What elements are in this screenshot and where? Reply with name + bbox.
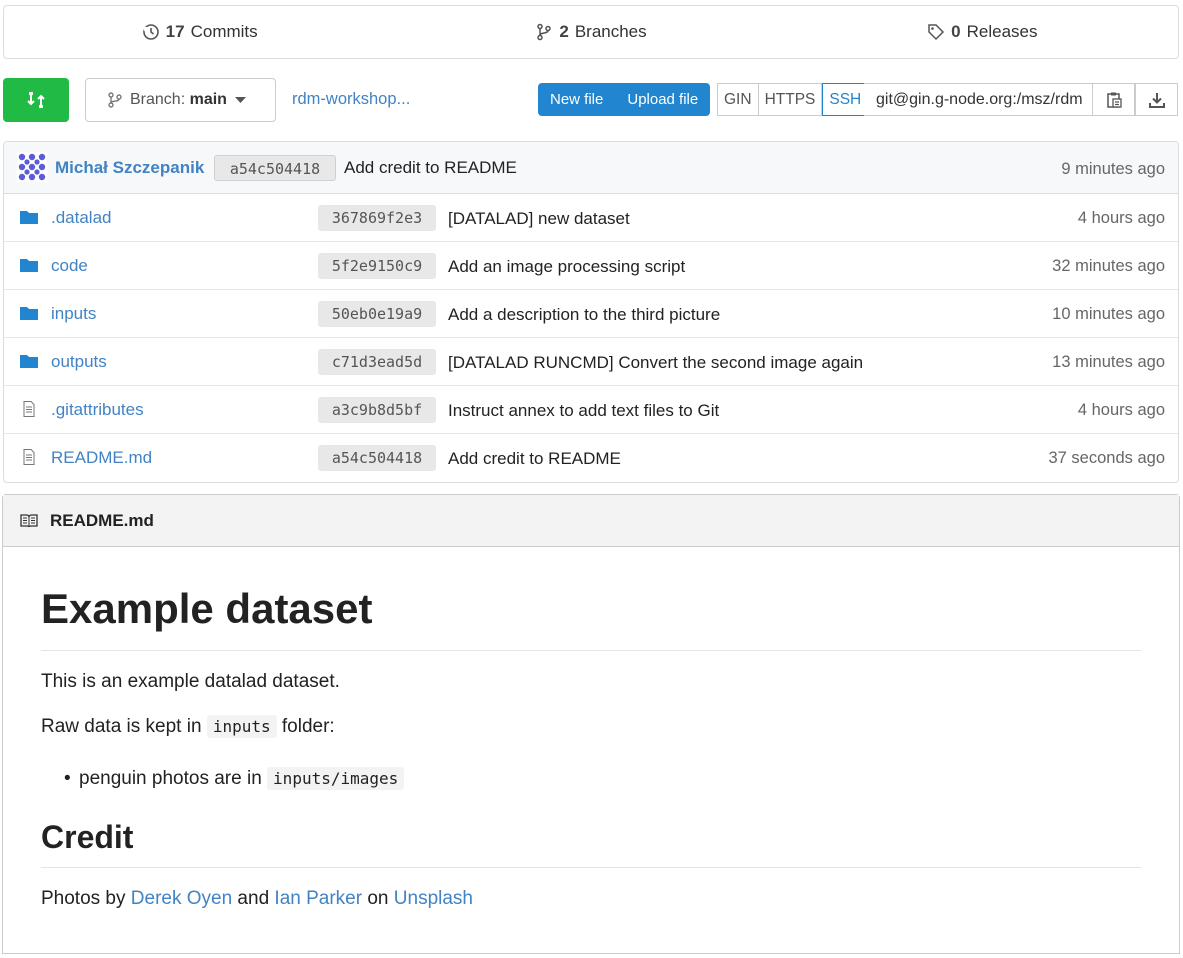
file-commit-sha[interactable]: a3c9b8d5bf xyxy=(318,397,436,423)
commits-count: 17 xyxy=(165,22,185,41)
file-commit-age: 37 seconds ago xyxy=(1048,449,1165,467)
protocol-ssh[interactable]: SSH xyxy=(822,83,869,116)
folder-icon xyxy=(20,355,38,368)
file-commit-message[interactable]: Instruct annex to add text files to Git xyxy=(448,401,719,421)
file-row-outputs[interactable]: outputs c71d3ead5d [DATALAD RUNCMD] Conv… xyxy=(4,338,1178,386)
credit-link-ian-parker[interactable]: Ian Parker xyxy=(274,888,362,909)
file-name[interactable]: README.md xyxy=(51,448,152,468)
folder-icon xyxy=(20,259,38,272)
chevron-down-icon xyxy=(234,97,246,103)
upload-file-button[interactable]: Upload file xyxy=(615,83,710,116)
clipboard-icon xyxy=(1106,92,1122,108)
credit-link-unsplash[interactable]: Unsplash xyxy=(394,888,473,909)
text: on xyxy=(362,888,394,909)
commit-sha[interactable]: a54c504418 xyxy=(214,155,336,181)
file-name[interactable]: inputs xyxy=(51,304,96,324)
file-row-datalad[interactable]: .datalad 367869f2e3 [DATALAD] new datase… xyxy=(4,194,1178,242)
list-item: penguin photos are in inputs/images xyxy=(64,767,405,790)
text: and xyxy=(232,888,275,909)
file-commit-message[interactable]: Add an image processing script xyxy=(448,257,685,277)
readme-heading: Credit xyxy=(41,819,134,855)
file-commit-sha[interactable]: 367869f2e3 xyxy=(318,205,436,231)
tag-icon xyxy=(928,24,945,41)
file-name[interactable]: .gitattributes xyxy=(51,400,144,420)
readme-filename: README.md xyxy=(50,510,154,530)
avatar xyxy=(17,152,47,182)
file-name[interactable]: outputs xyxy=(51,352,107,372)
file-row-readme[interactable]: README.md a54c504418 Add credit to READM… xyxy=(4,434,1178,482)
file-name[interactable]: .datalad xyxy=(51,208,112,228)
history-icon xyxy=(142,24,159,40)
commit-message: Add credit to README xyxy=(344,158,517,177)
divider xyxy=(41,867,1141,868)
file-row-gitattributes[interactable]: .gitattributes a3c9b8d5bf Instruct annex… xyxy=(4,386,1178,434)
file-commit-sha[interactable]: 50eb0e19a9 xyxy=(318,301,436,327)
branch-icon xyxy=(108,92,122,108)
file-commit-age: 4 hours ago xyxy=(1077,209,1165,227)
branches-stat[interactable]: 2 Branches xyxy=(395,22,786,42)
new-file-button[interactable]: New file xyxy=(538,83,615,116)
repo-link[interactable]: rdm-workshop... xyxy=(292,90,410,109)
releases-label: Releases xyxy=(966,22,1038,41)
file-commit-age: 4 hours ago xyxy=(1077,401,1165,419)
file-commit-message[interactable]: Add a description to the third picture xyxy=(448,305,720,325)
readme-title: Example dataset xyxy=(41,585,373,632)
credit-link-derek-oyen[interactable]: Derek Oyen xyxy=(131,888,232,909)
inline-code: inputs xyxy=(206,715,277,738)
compare-button[interactable] xyxy=(3,78,69,122)
inline-code: inputs/images xyxy=(267,767,405,790)
repo-stats-bar: 17 Commits 2 Branches 0 Releases xyxy=(3,5,1179,59)
branch-selector[interactable]: Branch: main xyxy=(85,78,276,122)
commits-label: Commits xyxy=(190,22,258,41)
download-button[interactable] xyxy=(1135,83,1178,116)
releases-stat[interactable]: 0 Releases xyxy=(787,22,1178,42)
folder-icon xyxy=(20,307,38,320)
file-commit-message[interactable]: [DATALAD] new dataset xyxy=(448,209,630,229)
text: Raw data is kept in xyxy=(41,716,207,737)
commit-age: 9 minutes ago xyxy=(1061,160,1165,178)
readme-paragraph: Photos by Derek Oyen and Ian Parker on U… xyxy=(41,888,473,910)
file-commit-sha[interactable]: a54c504418 xyxy=(318,445,436,471)
file-commit-age: 32 minutes ago xyxy=(1052,257,1165,275)
copy-url-button[interactable] xyxy=(1092,83,1135,116)
branch-prefix: Branch: xyxy=(130,91,186,108)
latest-commit-row: Michał Szczepanik a54c504418 Add credit … xyxy=(4,142,1178,194)
file-commit-age: 13 minutes ago xyxy=(1052,353,1165,371)
protocol-gin[interactable]: GIN xyxy=(717,83,759,116)
file-commit-message[interactable]: [DATALAD RUNCMD] Convert the second imag… xyxy=(448,353,863,373)
branch-icon xyxy=(537,23,552,41)
branches-label: Branches xyxy=(574,22,647,41)
file-row-code[interactable]: code 5f2e9150c9 Add an image processing … xyxy=(4,242,1178,290)
file-commit-message[interactable]: Add credit to README xyxy=(448,449,621,469)
compare-icon xyxy=(27,92,45,108)
file-text-icon xyxy=(23,401,35,417)
releases-count: 0 xyxy=(951,22,961,41)
text: penguin photos are in xyxy=(79,768,268,789)
file-commit-age: 10 minutes ago xyxy=(1052,305,1165,323)
readme-panel: README.md Example dataset This is an exa… xyxy=(2,494,1180,954)
protocol-https[interactable]: HTTPS xyxy=(758,83,823,116)
file-actions: New file Upload file xyxy=(538,83,711,116)
text: folder: xyxy=(276,716,335,737)
file-text-icon xyxy=(23,449,35,465)
download-icon xyxy=(1148,92,1165,108)
file-row-inputs[interactable]: inputs 50eb0e19a9 Add a description to t… xyxy=(4,290,1178,338)
text: Photos by xyxy=(41,888,131,909)
file-commit-sha[interactable]: 5f2e9150c9 xyxy=(318,253,436,279)
clone-protocols: GIN HTTPS SSH xyxy=(717,83,869,116)
divider xyxy=(41,650,1141,651)
branch-name: main xyxy=(189,91,227,108)
readme-paragraph: This is an example datalad dataset. xyxy=(41,671,340,692)
file-table: Michał Szczepanik a54c504418 Add credit … xyxy=(3,141,1179,483)
commit-author[interactable]: Michał Szczepanik xyxy=(55,158,204,178)
commits-stat[interactable]: 17 Commits xyxy=(4,22,395,42)
file-name[interactable]: code xyxy=(51,256,88,276)
branches-count: 2 xyxy=(559,22,569,41)
file-commit-sha[interactable]: c71d3ead5d xyxy=(318,349,436,375)
readme-paragraph: Raw data is kept in inputs folder: xyxy=(41,715,335,738)
book-icon xyxy=(20,513,38,527)
readme-header: README.md xyxy=(3,495,1179,547)
clone-url-field[interactable]: git@gin.g-node.org:/msz/rdm xyxy=(864,83,1093,116)
folder-icon xyxy=(20,211,38,224)
